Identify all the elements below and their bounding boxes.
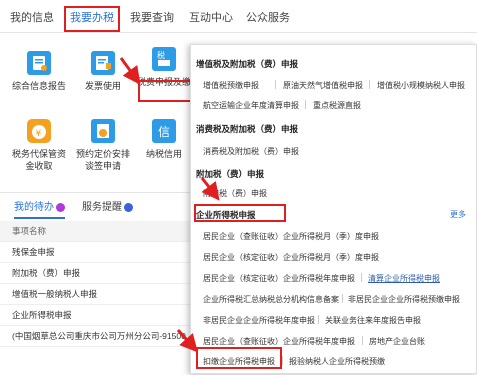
link-cit-audit-annual[interactable]: 居民企业（查账征收）企业所得税年度申报 <box>203 336 355 347</box>
money-bag-icon: ¥ <box>27 119 51 143</box>
list-item[interactable]: 附加税（费）申报 <box>0 263 196 284</box>
highlight-withholding-cit <box>196 347 282 369</box>
credit-button[interactable]: 信 纳税信用 <box>133 119 195 160</box>
reminder-badge <box>124 202 133 212</box>
todo-section: 我的待办 服务提醒 事项名称 残保金申报 附加税（费）申报 增值税一般纳税人申报… <box>0 192 200 375</box>
link-key-source-report[interactable]: 重点税源直报 <box>313 100 361 111</box>
more-link[interactable]: 更多 <box>450 209 466 220</box>
list-item[interactable]: 残保金申报 <box>0 242 196 263</box>
section-consumption-title: 消费税及附加税（费）申报 <box>196 124 299 134</box>
list-item[interactable]: 企业所得税申报 <box>0 305 196 326</box>
divider <box>362 336 363 345</box>
tab-public-service[interactable]: 公众服务 <box>244 6 292 30</box>
link-consumption-tax[interactable]: 消费税及附加税（费）申报 <box>203 146 299 157</box>
link-inspection-prepay[interactable]: 报验纳税人企业所得税预缴 <box>289 356 385 367</box>
divider <box>282 356 283 365</box>
link-vat-prepay[interactable]: 增值税预缴申报 <box>203 80 259 91</box>
tab-query[interactable]: 我要查询 <box>128 6 176 30</box>
link-crude-oil-vat[interactable]: 原油天然气增值税申报 <box>283 80 363 91</box>
link-small-scale-vat[interactable]: 增值税小规模纳税人申报 <box>377 80 465 91</box>
link-liquidation-cit[interactable]: 清算企业所得税申报 <box>368 273 440 284</box>
tab-reminder[interactable]: 服务提醒 <box>82 199 133 217</box>
svg-text:¥: ¥ <box>36 129 42 139</box>
credit-label: 纳税信用 <box>145 149 182 159</box>
svg-text:税: 税 <box>157 50 165 60</box>
function-grid: 综合信息报告 发票使用 税 税费申报及缴 ¥ 税务代保管资金收取 预约定价安排谈… <box>0 33 200 183</box>
link-cit-consolidated-filing[interactable]: 企业所得税汇总纳税总分机构信息备案 <box>203 294 339 305</box>
link-cit-audit-quarterly[interactable]: 居民企业（查账征收）企业所得税月（季）度申报 <box>203 231 379 242</box>
link-cit-approved-annual[interactable]: 居民企业（核定征收）企业所得税年度申报 <box>203 273 355 284</box>
list-item[interactable]: 增值税一般纳税人申报 <box>0 284 196 305</box>
divider <box>361 273 362 282</box>
custody-funds-button[interactable]: ¥ 税务代保管资金收取 <box>8 119 70 172</box>
divider <box>305 100 306 109</box>
invoice-icon <box>91 51 115 75</box>
link-aviation-settlement[interactable]: 航空运输企业年度清算申报 <box>203 100 299 111</box>
list-item[interactable]: (中国烟草总公司重庆市公司万州分公司-91500 <box>0 326 196 347</box>
divider <box>275 80 276 89</box>
todo-badge <box>56 202 65 212</box>
link-real-estate-ledger[interactable]: 房地产企业台账 <box>369 336 425 347</box>
tab-reminder-label: 服务提醒 <box>82 202 122 213</box>
pricing-arrangement-button[interactable]: 预约定价安排谈签申请 <box>72 119 134 172</box>
link-nonresident-prepay[interactable]: 非居民企业企业所得税预缴申报 <box>348 294 460 305</box>
report-icon <box>27 51 51 75</box>
report-label: 综合信息报告 <box>11 81 66 91</box>
divider <box>318 315 319 324</box>
highlight-tax-tab <box>64 6 120 32</box>
tax-file-icon: 税 <box>152 47 176 71</box>
invoice-label: 发票使用 <box>84 81 121 91</box>
tab-todo-label: 我的待办 <box>14 202 54 213</box>
link-cit-approved-quarterly[interactable]: 居民企业（核定征收）企业所得税月（季）度申报 <box>203 252 379 263</box>
invoice-button[interactable]: 发票使用 <box>72 51 134 92</box>
section-surcharge-title: 附加税（费）申报 <box>196 169 265 179</box>
divider <box>369 80 370 89</box>
tab-interaction[interactable]: 互动中心 <box>186 6 236 30</box>
credit-icon: 信 <box>152 119 176 143</box>
link-surcharge[interactable]: 附加税（费）申报 <box>203 188 267 199</box>
schedule-icon <box>91 119 115 143</box>
pricing-arrangement-label: 预约定价安排谈签申请 <box>75 149 130 171</box>
section-vat-title: 增值税及附加税（费）申报 <box>196 59 299 69</box>
tab-todo[interactable]: 我的待办 <box>14 199 65 219</box>
link-related-party-report[interactable]: 关联业务往来年度报告申报 <box>325 315 421 326</box>
highlight-cit-section <box>194 204 286 222</box>
svg-text:信: 信 <box>158 125 170 139</box>
tab-my-info[interactable]: 我的信息 <box>8 6 56 30</box>
table-header: 事项名称 <box>0 221 196 242</box>
link-nonresident-annual[interactable]: 非居民企业企业所得税年度申报 <box>203 315 315 326</box>
custody-funds-label: 税务代保管资金收取 <box>11 149 66 171</box>
divider <box>342 294 343 303</box>
report-button[interactable]: 综合信息报告 <box>8 51 70 92</box>
highlight-tax-file <box>138 80 194 102</box>
